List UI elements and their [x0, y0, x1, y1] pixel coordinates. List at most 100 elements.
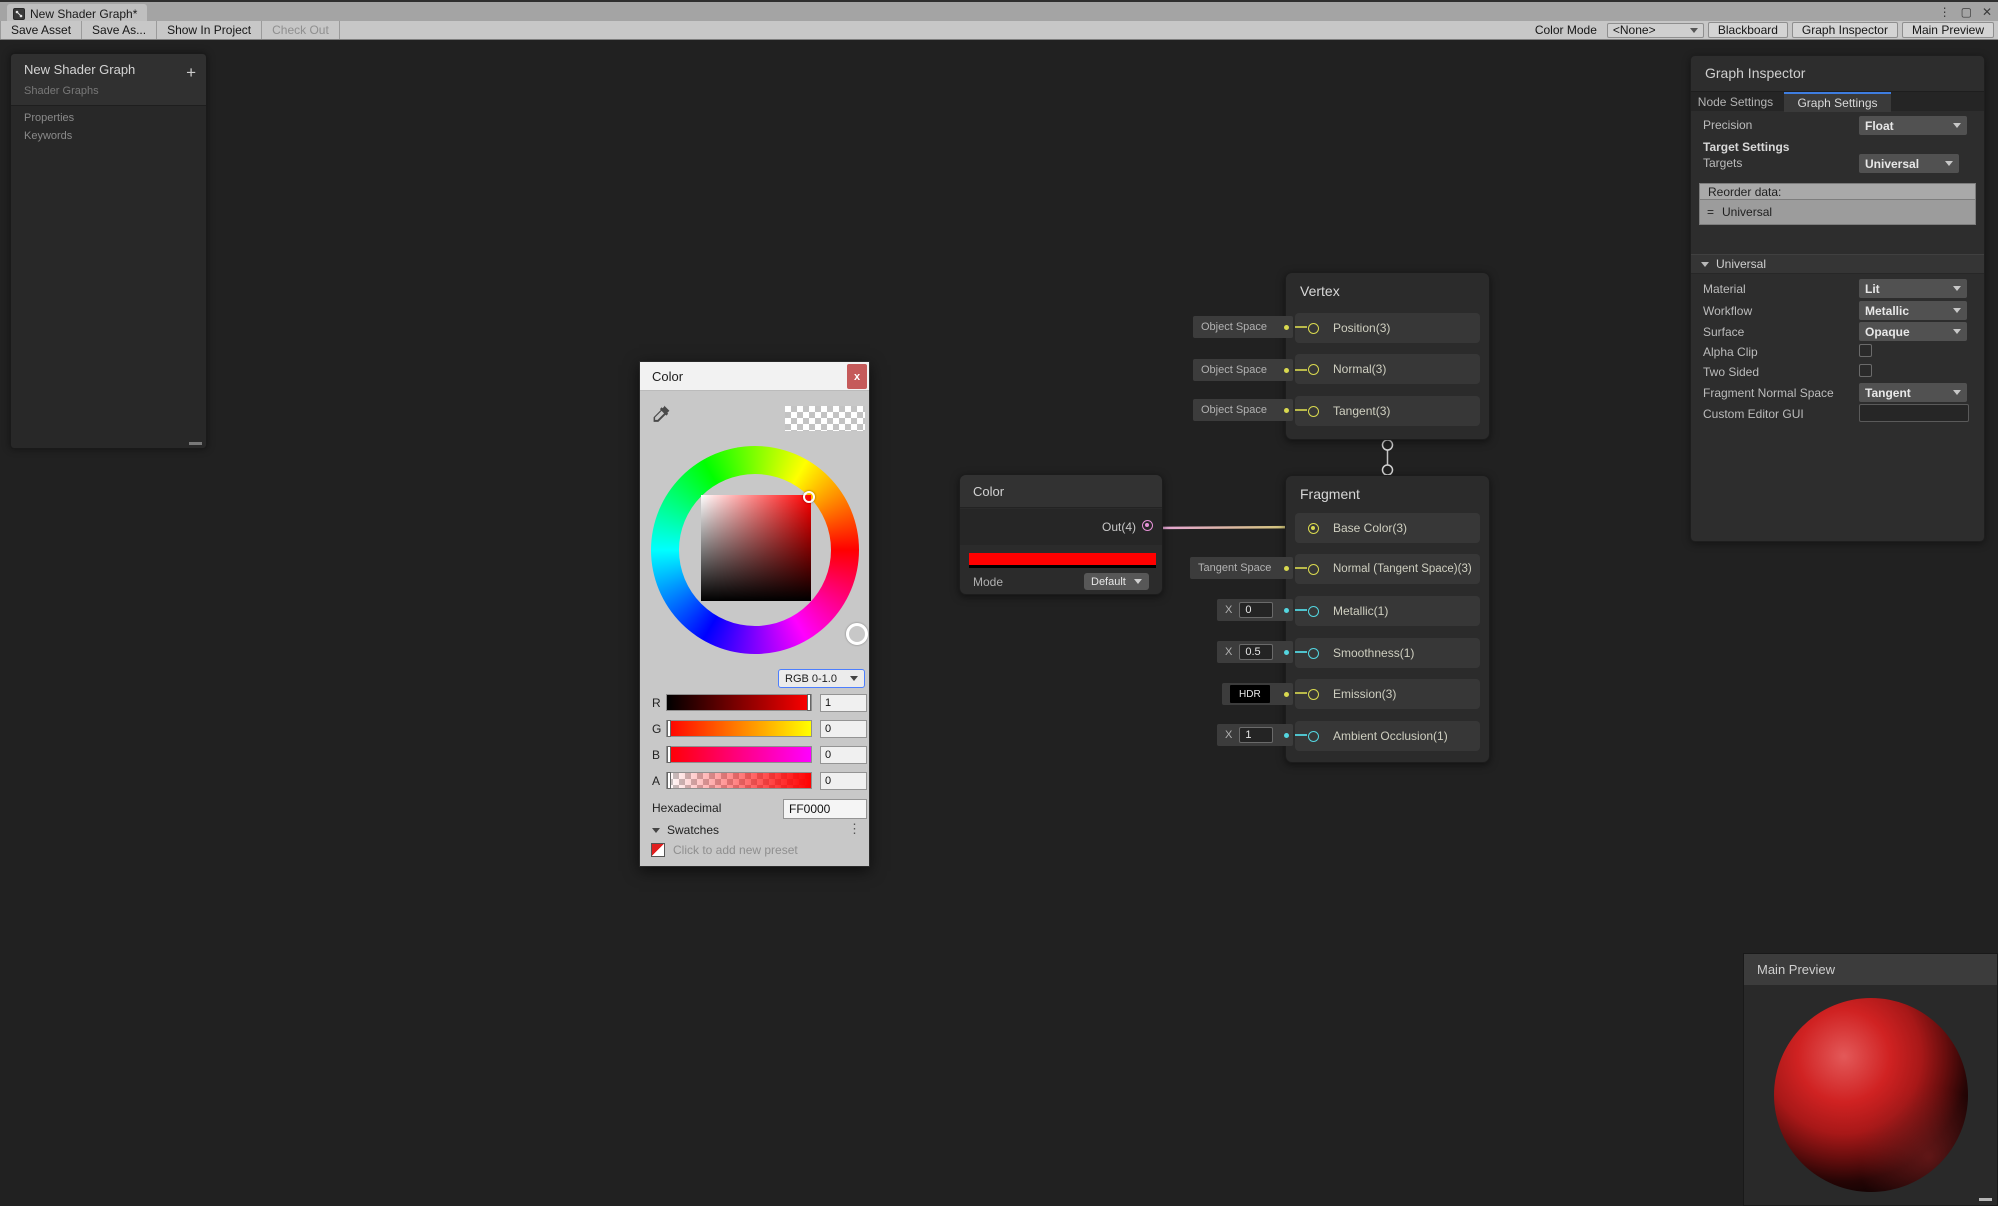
- window-close-icon[interactable]: ✕: [1982, 5, 1992, 19]
- smoothness-value-tag[interactable]: X 0.5: [1217, 641, 1293, 663]
- ambient-occlusion-value-tag[interactable]: X 1: [1217, 724, 1293, 746]
- vertex-row-position[interactable]: Position(3): [1295, 313, 1480, 343]
- normal-tangent-port[interactable]: [1308, 564, 1319, 575]
- workflow-dropdown[interactable]: Metallic: [1859, 301, 1967, 320]
- fragment-row-normal[interactable]: Normal (Tangent Space)(3): [1295, 554, 1480, 584]
- fragment-row-metallic[interactable]: Metallic(1): [1295, 596, 1480, 626]
- saturation-value-selector[interactable]: [803, 491, 815, 503]
- swatches-foldout[interactable]: Swatches: [652, 823, 719, 837]
- preset-swatch[interactable]: [651, 843, 665, 857]
- b-value-input[interactable]: [820, 746, 867, 764]
- universal-foldout[interactable]: Universal: [1691, 254, 1984, 274]
- blackboard-section-keywords[interactable]: Keywords: [24, 130, 72, 142]
- metallic-value-field[interactable]: 0: [1239, 602, 1273, 618]
- r-slider-handle[interactable]: [807, 694, 811, 711]
- drag-handle-icon[interactable]: =: [1707, 205, 1714, 219]
- base-color-port[interactable]: [1308, 523, 1319, 534]
- fragment-row-base-color[interactable]: Base Color(3): [1295, 513, 1480, 543]
- vertex-row-tangent[interactable]: Tangent(3): [1295, 396, 1480, 426]
- fragment-normal-space-dropdown[interactable]: Tangent: [1859, 383, 1967, 402]
- window-maximize-icon[interactable]: ▢: [1961, 5, 1972, 19]
- vertex-row-normal[interactable]: Normal(3): [1295, 354, 1480, 384]
- surface-dropdown[interactable]: Opaque: [1859, 322, 1967, 341]
- vertex-out-connector[interactable]: [1383, 440, 1393, 450]
- blackboard-toggle-button[interactable]: Blackboard: [1708, 22, 1788, 38]
- b-slider[interactable]: [666, 746, 812, 763]
- targets-dropdown[interactable]: Universal: [1859, 154, 1959, 173]
- eyedropper-icon[interactable]: [651, 404, 671, 424]
- a-value-input[interactable]: [820, 772, 867, 790]
- material-dropdown[interactable]: Lit: [1859, 279, 1967, 298]
- tab-node-settings[interactable]: Node Settings: [1693, 92, 1778, 112]
- hue-selector[interactable]: [846, 623, 868, 645]
- blackboard-section-properties[interactable]: Properties: [24, 112, 74, 124]
- g-value-input[interactable]: [820, 720, 867, 738]
- resize-handle[interactable]: [1979, 1198, 1992, 1201]
- tangent-space-tag[interactable]: Object Space: [1193, 399, 1293, 421]
- alpha-clip-checkbox[interactable]: [1859, 344, 1872, 357]
- resize-handle[interactable]: [189, 442, 202, 445]
- normal-port[interactable]: [1308, 364, 1319, 375]
- close-button[interactable]: x: [847, 364, 867, 389]
- add-preset-hint[interactable]: Click to add new preset: [673, 843, 798, 857]
- hexadecimal-input[interactable]: [783, 799, 867, 819]
- ambient-occlusion-port[interactable]: [1308, 731, 1319, 742]
- two-sided-checkbox[interactable]: [1859, 364, 1872, 377]
- g-slider[interactable]: [666, 720, 812, 737]
- show-in-project-button[interactable]: Show In Project: [157, 21, 262, 39]
- r-value-input[interactable]: [820, 694, 867, 712]
- color-node-header[interactable]: Color: [960, 475, 1162, 508]
- dash-connector: [1295, 326, 1307, 328]
- fragment-row-ambient-occlusion[interactable]: Ambient Occlusion(1): [1295, 721, 1480, 751]
- a-slider[interactable]: [666, 772, 812, 789]
- window-more-icon[interactable]: ⋮: [1939, 5, 1951, 19]
- reorder-item-universal[interactable]: = Universal: [1699, 200, 1976, 225]
- metallic-value-tag[interactable]: X 0: [1217, 599, 1293, 621]
- save-asset-button[interactable]: Save Asset: [0, 21, 82, 39]
- tangent-port[interactable]: [1308, 406, 1319, 417]
- main-preview-toggle-button[interactable]: Main Preview: [1902, 22, 1994, 38]
- smoothness-port[interactable]: [1308, 648, 1319, 659]
- b-slider-handle[interactable]: [667, 746, 671, 763]
- tab-graph-settings[interactable]: Graph Settings: [1784, 92, 1891, 112]
- color-picker-titlebar[interactable]: Color x: [640, 362, 869, 391]
- emission-hdr-tag[interactable]: HDR: [1222, 683, 1293, 705]
- position-port[interactable]: [1308, 323, 1319, 334]
- a-slider-handle[interactable]: [667, 772, 671, 789]
- smoothness-value-field[interactable]: 0.5: [1239, 644, 1273, 660]
- add-property-button[interactable]: +: [186, 64, 196, 81]
- shader-graph-window: New Shader Graph* ⋮ ▢ ✕ Save Asset Save …: [0, 0, 1998, 1206]
- fragment-node[interactable]: Fragment Base Color(3) Normal (Tangent S…: [1285, 475, 1490, 763]
- emission-port[interactable]: [1308, 689, 1319, 700]
- precision-dropdown[interactable]: Float: [1859, 116, 1967, 135]
- metallic-label: Metallic(1): [1333, 604, 1388, 618]
- preview-sphere[interactable]: [1774, 998, 1968, 1192]
- save-as-button[interactable]: Save As...: [82, 21, 157, 39]
- color-mode-dropdown[interactable]: <None>: [1607, 23, 1704, 38]
- swatches-menu-icon[interactable]: ⋮: [848, 821, 861, 837]
- vertex-node-title: Vertex: [1300, 283, 1340, 299]
- vertex-node[interactable]: Vertex Position(3) Normal(3) Tangent(3): [1285, 272, 1490, 440]
- graph-inspector-toggle-button[interactable]: Graph Inspector: [1792, 22, 1898, 38]
- edge-color-to-basecolor[interactable]: [1152, 527, 1307, 528]
- g-slider-handle[interactable]: [667, 720, 671, 737]
- saturation-value-box[interactable]: [701, 495, 811, 601]
- metallic-port[interactable]: [1308, 606, 1319, 617]
- ambient-occlusion-value-field[interactable]: 1: [1239, 727, 1273, 743]
- fragment-row-emission[interactable]: Emission(3): [1295, 679, 1480, 709]
- r-slider[interactable]: [666, 694, 812, 711]
- out-port[interactable]: [1142, 520, 1153, 531]
- normal-space-tag[interactable]: Object Space: [1193, 359, 1293, 381]
- mode-dropdown[interactable]: Default: [1084, 573, 1149, 590]
- foldout-icon: [1701, 262, 1709, 267]
- fragment-in-connector[interactable]: [1383, 465, 1393, 475]
- custom-editor-gui-input[interactable]: [1859, 404, 1969, 422]
- color-mode-format-dropdown[interactable]: RGB 0-1.0: [778, 669, 865, 688]
- color-node[interactable]: Color Out(4) Mode Default: [959, 474, 1163, 595]
- tangent-space-tag[interactable]: Tangent Space: [1190, 557, 1293, 579]
- swatches-label: Swatches: [667, 823, 719, 837]
- position-space-tag[interactable]: Object Space: [1193, 316, 1293, 338]
- fragment-row-smoothness[interactable]: Smoothness(1): [1295, 638, 1480, 668]
- main-preview-header[interactable]: Main Preview: [1744, 954, 1997, 985]
- color-node-swatch[interactable]: [969, 553, 1156, 568]
